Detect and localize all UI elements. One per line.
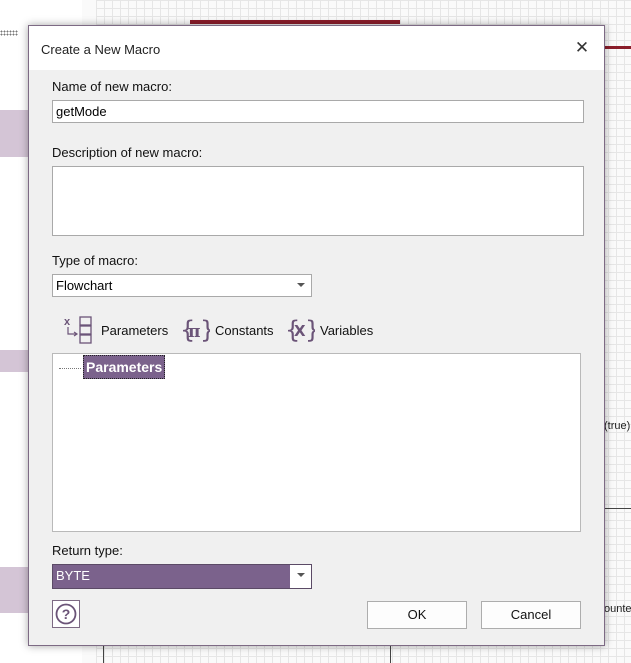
return-type-label: Return type: [52, 543, 123, 558]
flow-line [390, 644, 391, 663]
tab-constants-label: Constants [215, 322, 274, 338]
tab-variables-label: Variables [320, 322, 374, 338]
flow-line [103, 644, 104, 663]
canvas-header-bar [603, 46, 631, 49]
macro-name-input[interactable] [52, 100, 584, 123]
tree-root-node[interactable]: Parameters [83, 355, 166, 379]
left-panel-block [0, 567, 28, 613]
flow-label: (true) [604, 420, 631, 432]
help-icon: ? [55, 603, 77, 625]
type-label: Type of macro: [52, 253, 138, 268]
parameters-tree[interactable]: Parameters [52, 353, 581, 532]
tab-variables[interactable]: { X } Variables [285, 315, 373, 345]
macro-description-input[interactable] [52, 166, 584, 236]
tab-parameters[interactable]: x Parameters [62, 315, 168, 345]
dialog-title: Create a New Macro [41, 42, 161, 57]
cancel-button[interactable]: Cancel [481, 601, 581, 629]
macro-type-value: Flowchart [56, 278, 113, 293]
dialog-titlebar: Create a New Macro ✕ [29, 26, 604, 70]
tree-connector [59, 368, 81, 369]
variables-icon: { X } [285, 316, 315, 344]
tab-constants[interactable]: { π } Constants [180, 315, 274, 345]
macro-type-select[interactable]: Flowchart [52, 274, 312, 297]
close-icon[interactable]: ✕ [570, 37, 594, 59]
help-button[interactable]: ? [52, 600, 80, 628]
return-type-select[interactable]: BYTE [52, 564, 312, 589]
left-panel-block [0, 110, 28, 157]
chevron-down-icon [297, 283, 305, 287]
tab-parameters-label: Parameters [101, 322, 169, 338]
flow-label: ounte [604, 603, 631, 615]
svg-text:x: x [64, 316, 71, 328]
description-label: Description of new macro: [52, 145, 203, 160]
flow-line [603, 508, 631, 509]
parameters-icon: x [64, 316, 92, 344]
chevron-down-icon [297, 573, 305, 577]
left-panel-block [0, 350, 28, 372]
return-type-value: BYTE [56, 568, 90, 583]
svg-text:π: π [188, 322, 200, 342]
svg-text:}: } [305, 316, 315, 344]
name-label: Name of new macro: [52, 79, 172, 94]
svg-text:}: } [200, 316, 210, 344]
canvas-header-bar [190, 20, 400, 24]
constants-icon: { π } [180, 316, 210, 344]
grip-dots [0, 30, 18, 36]
ok-button[interactable]: OK [367, 601, 467, 629]
create-macro-dialog: Create a New Macro ✕ Name of new macro: … [28, 25, 605, 646]
svg-text:?: ? [62, 606, 71, 622]
